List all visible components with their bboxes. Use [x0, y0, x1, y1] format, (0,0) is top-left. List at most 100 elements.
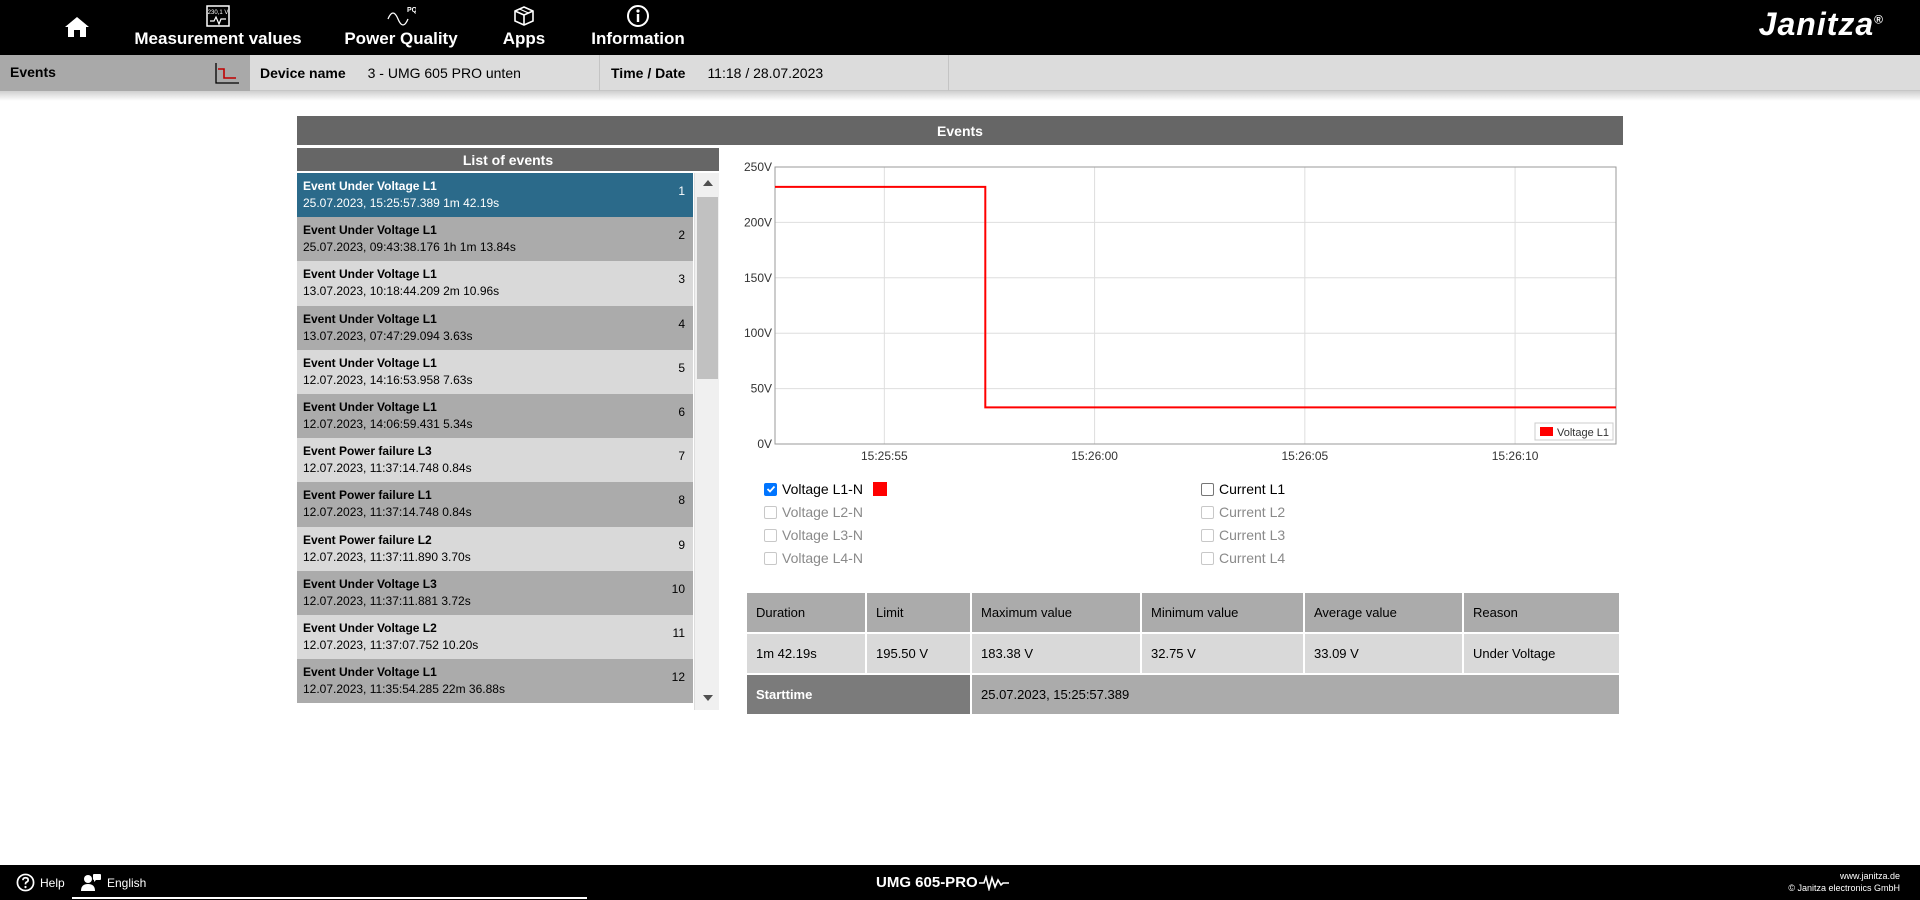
event-number: 2 — [678, 228, 685, 243]
event-list-item[interactable]: Event Under Voltage L1 25.07.2023, 09:43:… — [297, 217, 693, 262]
channel-checkbox-row: Voltage L3-N — [764, 525, 863, 545]
stats-header-row: Duration Limit Maximum value Minimum val… — [747, 593, 1619, 632]
channel-checkbox-row: Voltage L2-N — [764, 502, 863, 522]
event-number: 5 — [678, 360, 685, 375]
event-list-item[interactable]: Event Under Voltage L1 12.07.2023, 14:06:… — [297, 393, 693, 439]
scroll-down-button[interactable] — [695, 688, 720, 708]
event-title: Event Under Voltage L1 — [303, 355, 437, 370]
stats-header-max: Maximum value — [972, 593, 1140, 632]
nav-power-quality[interactable]: PQ Power Quality — [344, 4, 458, 52]
time-date-value: 11:18 / 28.07.2023 — [707, 65, 824, 81]
brand-name: Janitza — [1758, 6, 1875, 42]
event-detail: 13.07.2023, 10:18:44.209 2m 10.96s — [303, 284, 500, 299]
event-list-item[interactable]: Event Under Voltage L1 13.07.2023, 07:47:… — [297, 305, 693, 350]
janitza-logo: Janitza® — [1759, 6, 1884, 43]
event-title: Event Under Voltage L1 — [303, 267, 437, 282]
channel-checkbox[interactable] — [1201, 482, 1214, 496]
x-tick-label: 15:26:05 — [1281, 449, 1328, 463]
scroll-up-button[interactable] — [695, 173, 720, 193]
starttime-value: 25.07.2023, 15:25:57.389 — [972, 675, 1619, 714]
event-number: 3 — [678, 272, 685, 287]
stats-limit: 195.50 V — [867, 634, 970, 673]
event-list: Event Under Voltage L1 25.07.2023, 15:25:… — [297, 173, 693, 704]
event-number: 10 — [671, 581, 685, 596]
power-quality-icon-text: PQ — [407, 7, 416, 14]
event-list-item[interactable]: Event Under Voltage L1 12.07.2023, 14:16:… — [297, 349, 693, 394]
nav-apps[interactable]: Apps — [494, 4, 554, 52]
footer: Help English UMG 605-PRO www.janitza.de … — [0, 865, 1920, 900]
event-title: Event Under Voltage L1 — [303, 179, 437, 193]
event-list-item[interactable]: Event Under Voltage L1 12.07.2023, 11:35:… — [297, 659, 693, 704]
scrollbar-thumb[interactable] — [697, 197, 718, 379]
event-number: 4 — [678, 316, 685, 331]
time-date-cell: Time / Date 11:18 / 28.07.2023 — [600, 55, 949, 91]
x-tick-label: 15:26:10 — [1492, 449, 1539, 463]
event-number: 8 — [678, 493, 685, 508]
event-title: Event Power failure L3 — [303, 444, 432, 459]
event-list-item[interactable]: Event Under Voltage L1 25.07.2023, 15:25:… — [297, 173, 693, 218]
device-model: UMG 605-PRO — [876, 874, 1009, 891]
help-button[interactable]: Help — [16, 873, 65, 892]
stats-reason: Under Voltage — [1464, 634, 1619, 673]
event-title: Event Power failure L2 — [303, 532, 432, 547]
event-list-item[interactable]: Event Power failure L1 12.07.2023, 11:37:… — [297, 482, 693, 527]
event-title: Event Power failure L1 — [303, 488, 432, 503]
event-list-scrollbar[interactable] — [694, 173, 719, 710]
channel-label: Current L4 — [1219, 550, 1286, 566]
event-detail: 12.07.2023, 11:37:11.890 3.70s — [303, 549, 471, 564]
event-title: Event Under Voltage L1 — [303, 311, 437, 326]
event-list-item[interactable]: Event Under Voltage L3 12.07.2023, 11:37:… — [297, 570, 693, 615]
event-number: 7 — [678, 449, 685, 464]
top-navigation: 230,1 V Measurement values PQ Power Qual… — [0, 0, 1920, 55]
event-list-item[interactable]: Event Power failure L2 12.07.2023, 11:37:… — [297, 526, 693, 571]
channel-label: Current L2 — [1219, 504, 1286, 520]
channel-checkbox — [764, 528, 777, 542]
stats-header-limit: Limit — [867, 593, 970, 632]
stats-duration: 1m 42.19s — [747, 634, 865, 673]
event-list-item[interactable]: Event Power failure L3 12.07.2023, 11:37:… — [297, 438, 693, 483]
events-chart-icon — [214, 61, 240, 90]
event-detail: 12.07.2023, 11:37:11.881 3.72s — [303, 593, 471, 608]
section-title: Events — [10, 64, 56, 80]
channel-checkbox[interactable] — [764, 482, 777, 496]
device-name-label: Device name — [260, 65, 346, 81]
stats-header-reason: Reason — [1464, 593, 1619, 632]
language-label: English — [107, 875, 147, 890]
language-button[interactable]: English — [80, 873, 146, 892]
channel-checkbox — [1201, 551, 1214, 565]
event-list-item[interactable]: Event Under Voltage L2 12.07.2023, 11:37:… — [297, 614, 693, 660]
channel-checkbox-row[interactable]: Voltage L1-N — [764, 479, 887, 499]
event-detail: 12.07.2023, 14:16:53.958 7.63s — [303, 372, 473, 387]
legend-swatch — [1540, 427, 1553, 436]
event-number: 1 — [678, 184, 685, 198]
event-number: 9 — [678, 537, 685, 552]
event-number: 6 — [678, 404, 685, 419]
nav-measurement-values[interactable]: 230,1 V Measurement values — [134, 4, 302, 52]
event-list-item[interactable]: Event Under Voltage L1 13.07.2023, 10:18:… — [297, 261, 693, 306]
nav-label: Power Quality — [344, 29, 458, 48]
nav-information[interactable]: Information — [588, 4, 688, 52]
website-link[interactable]: www.janitza.de — [1788, 870, 1900, 882]
power-quality-icon: PQ — [387, 7, 416, 26]
channel-checkbox-row: Current L4 — [1201, 548, 1285, 568]
event-detail: 12.07.2023, 11:37:14.748 0.84s — [303, 461, 472, 476]
event-stats-table: Duration Limit Maximum value Minimum val… — [745, 591, 1621, 716]
home-button[interactable] — [62, 12, 92, 42]
stats-min: 32.75 V — [1142, 634, 1303, 673]
device-name-cell: Device name 3 - UMG 605 PRO unten — [250, 55, 600, 91]
section-indicator: Events — [0, 55, 250, 91]
stats-header-avg: Average value — [1305, 593, 1462, 632]
channel-checkbox-row: Current L2 — [1201, 502, 1285, 522]
stats-header-min: Minimum value — [1142, 593, 1303, 632]
channel-checkbox — [764, 505, 777, 519]
meter-icon-text: 230,1 V — [208, 10, 229, 16]
channel-label: Current L1 — [1219, 481, 1286, 497]
apps-box-icon — [514, 6, 534, 26]
event-number: 12 — [671, 670, 685, 685]
channel-checkbox-row[interactable]: Current L1 — [1201, 479, 1285, 499]
event-title: Event Under Voltage L2 — [303, 620, 437, 635]
channel-label: Voltage L1-N — [782, 481, 863, 497]
series-color-swatch — [872, 482, 887, 496]
event-title: Event Under Voltage L1 — [303, 665, 437, 680]
event-detail: 12.07.2023, 11:37:14.748 0.84s — [303, 505, 472, 520]
